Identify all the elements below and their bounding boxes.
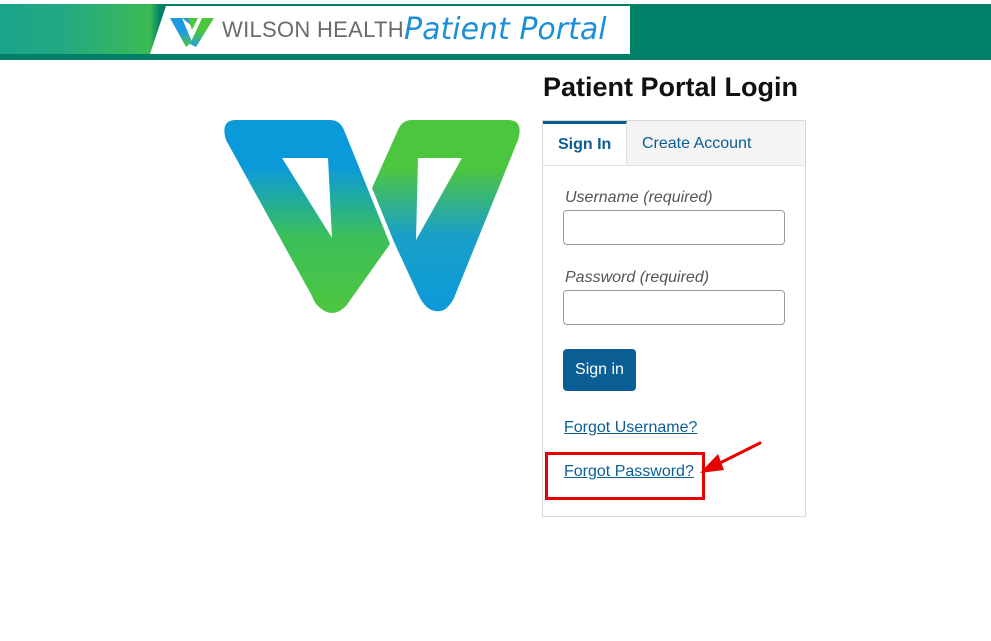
tab-sign-in-label: Sign In <box>558 136 612 153</box>
password-input[interactable] <box>563 290 785 325</box>
page-title: Patient Portal Login <box>543 72 799 102</box>
username-label: Username (required) <box>565 189 713 206</box>
annotation-highlight-box <box>545 452 705 500</box>
username-input[interactable] <box>563 210 785 245</box>
wilson-w-logo-icon <box>224 120 520 313</box>
header-portal-title: Patient Portal <box>404 12 607 47</box>
password-label: Password (required) <box>565 269 710 286</box>
tab-bar: Sign In Create Account <box>543 121 805 166</box>
forgot-username-link[interactable]: Forgot Username? <box>564 419 697 437</box>
header-brand: WILSON HEALTH <box>222 17 404 42</box>
tab-create-account[interactable]: Create Account <box>628 121 805 165</box>
red-arrow-icon <box>700 441 762 473</box>
sign-in-button[interactable]: Sign in <box>563 349 636 391</box>
tab-sign-in[interactable]: Sign In <box>543 121 627 165</box>
header-strip <box>0 54 991 60</box>
wilson-w-small-icon <box>170 18 214 47</box>
tab-create-account-label: Create Account <box>642 135 752 152</box>
